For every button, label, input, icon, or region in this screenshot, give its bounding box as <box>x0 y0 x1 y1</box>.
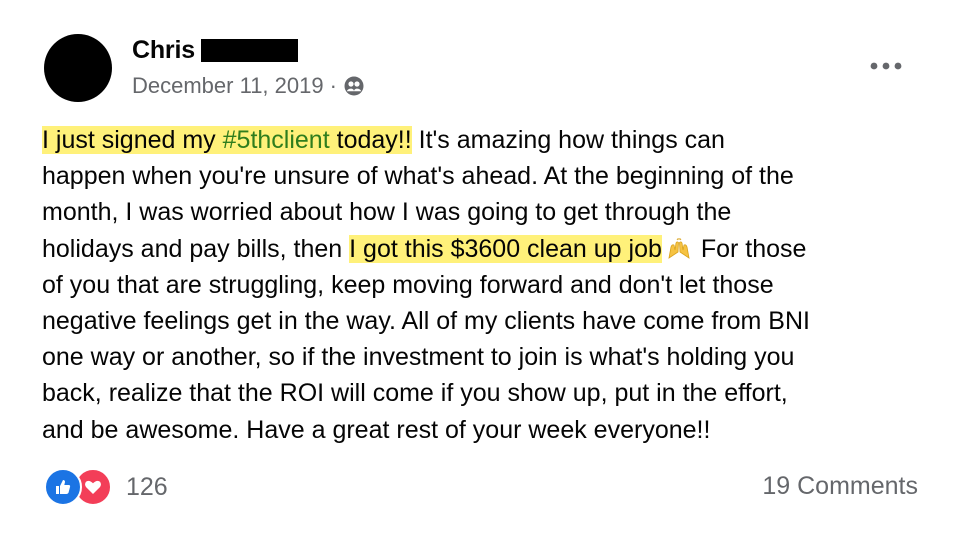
meta-separator: · <box>329 73 337 98</box>
post-line: one way or another, so if the investment… <box>42 343 795 372</box>
reaction-count[interactable]: 126 <box>126 473 168 502</box>
post-meta: December 11, 2019 · <box>132 73 365 99</box>
post-line: happen when you're unsure of what's ahea… <box>42 162 794 191</box>
friends-icon[interactable] <box>343 75 365 97</box>
post-line: holidays and pay bills, then I got this … <box>42 231 932 267</box>
post-line: month, I was worried about how I was goi… <box>42 198 732 227</box>
highlight: I got this $3600 clean up job <box>349 234 662 263</box>
reactions-summary[interactable]: 126 <box>44 468 168 506</box>
highlight-text: I just signed my <box>42 126 223 154</box>
post-text-segment: For those <box>693 234 807 263</box>
highlight: I just signed my #5thclient today!! <box>42 126 412 154</box>
post-line: back, realize that the ROI will come if … <box>42 379 788 408</box>
post-line: of you that are struggling, keep moving … <box>42 270 774 299</box>
more-dots-icon <box>870 62 902 70</box>
post-line: I just signed my #5thclient today!! It's… <box>42 122 932 158</box>
more-options-button[interactable] <box>864 52 908 80</box>
author-name[interactable]: Chris <box>132 36 195 65</box>
post-date[interactable]: December 11, 2019 <box>132 73 324 99</box>
post-text-segment: It's amazing how things can <box>411 126 725 154</box>
post-body: I just signed my #5thclient today!! It's… <box>42 122 932 448</box>
facebook-post: Chris December 11, 2019 · I just signed … <box>0 0 960 540</box>
redaction-bar <box>200 39 298 62</box>
post-line: and be awesome. Have a great rest of you… <box>42 415 711 444</box>
comments-count-link[interactable]: 19 Comments <box>762 472 918 501</box>
author-row: Chris <box>132 36 298 65</box>
post-line: negative feelings get in the way. All of… <box>42 307 810 336</box>
author-avatar[interactable] <box>44 34 112 102</box>
like-icon <box>44 468 82 506</box>
hashtag-link[interactable]: #5thclient <box>223 126 330 154</box>
highlight-text: today!! <box>329 126 412 154</box>
raising-hands-emoji-icon <box>666 234 692 259</box>
post-text-segment: holidays and pay bills, then <box>42 234 350 263</box>
